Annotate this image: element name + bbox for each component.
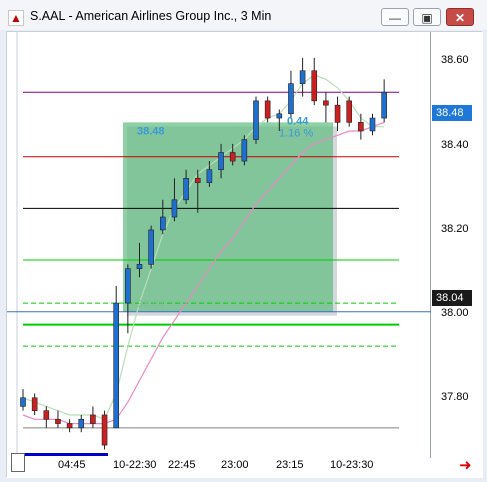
price-tick: 38.20 bbox=[441, 223, 469, 235]
red-arrow-icon[interactable]: ➜ bbox=[459, 456, 472, 474]
time-range-bar bbox=[24, 453, 108, 456]
candle-body bbox=[323, 100, 329, 106]
candle-body bbox=[381, 91, 387, 119]
candle-body bbox=[171, 199, 178, 218]
price-chart[interactable]: 38.48 38.04 0.441.16 % bbox=[7, 32, 431, 458]
candle-body bbox=[66, 423, 73, 429]
last-price-tag: 38.48 bbox=[432, 105, 472, 121]
time-tick: 04:45 bbox=[58, 459, 86, 471]
time-axis[interactable]: 04:45 10-22:30 22:45 23:00 23:15 10-23:3… bbox=[7, 453, 483, 478]
time-tick: 23:00 bbox=[221, 459, 249, 471]
candle-body bbox=[43, 410, 50, 420]
candle-body bbox=[55, 418, 61, 424]
minimize-button[interactable]: — bbox=[381, 8, 409, 26]
chart-content: 38.48 38.04 0.44 1.16 % 38.60 38.40 38.20 3… bbox=[6, 31, 483, 478]
measure-start-price: 38.48 bbox=[137, 125, 165, 137]
close-button[interactable]: ✕ bbox=[446, 8, 474, 26]
reference-price-tag: 38.04 bbox=[432, 290, 472, 306]
candle-body bbox=[334, 104, 341, 123]
candle-body bbox=[194, 178, 201, 183]
measure-box bbox=[123, 122, 333, 312]
price-axis[interactable]: 38.60 38.40 38.20 38.00 37.80 bbox=[431, 32, 483, 458]
chart-app-icon: ▲ bbox=[8, 10, 24, 26]
candle-body bbox=[160, 216, 166, 231]
price-tick: 38.00 bbox=[441, 307, 469, 319]
candle-body bbox=[276, 113, 283, 119]
candle-body bbox=[113, 302, 119, 429]
candle-body bbox=[20, 397, 26, 407]
measure-end-price: 38.04 bbox=[137, 299, 165, 311]
restore-button[interactable]: ▣ bbox=[413, 8, 441, 26]
candle-body bbox=[288, 83, 294, 115]
chart-window: ▲ S.AAL - American Airlines Group Inc., … bbox=[0, 0, 487, 482]
candle-body bbox=[78, 418, 85, 429]
candle-body bbox=[206, 169, 213, 183]
candle-body bbox=[183, 178, 189, 201]
candle-body bbox=[346, 100, 353, 123]
time-tick: 10-22:30 bbox=[113, 459, 157, 471]
time-tick: 10-23:30 bbox=[330, 459, 374, 471]
candle-body bbox=[253, 100, 259, 140]
candle-body bbox=[101, 414, 108, 446]
candle-body bbox=[125, 268, 131, 304]
candle-body bbox=[218, 152, 224, 170]
candle-body bbox=[90, 414, 96, 424]
candle-body bbox=[148, 229, 154, 265]
window-title: S.AAL - American Airlines Group Inc., 3 … bbox=[30, 9, 272, 23]
candle-body bbox=[264, 100, 271, 119]
candle-body bbox=[31, 397, 38, 411]
time-tick: 22:45 bbox=[168, 459, 196, 471]
time-tick: 23:15 bbox=[276, 459, 304, 471]
candle-body bbox=[369, 117, 376, 132]
price-tick: 37.80 bbox=[441, 391, 469, 403]
candle-body bbox=[241, 139, 248, 162]
price-tick: 38.60 bbox=[441, 54, 469, 66]
title-bar[interactable]: ▲ S.AAL - American Airlines Group Inc., … bbox=[0, 0, 487, 30]
candle-body bbox=[358, 122, 364, 132]
price-tick: 38.40 bbox=[441, 139, 469, 151]
candle-body bbox=[299, 70, 306, 84]
measure-percent: 1.16 % bbox=[279, 127, 313, 139]
candle-body bbox=[229, 152, 236, 162]
chart-corner-box[interactable] bbox=[11, 453, 25, 472]
candle-body bbox=[311, 70, 318, 102]
measure-change: 0.44 bbox=[287, 115, 309, 127]
candle-body bbox=[136, 264, 143, 269]
